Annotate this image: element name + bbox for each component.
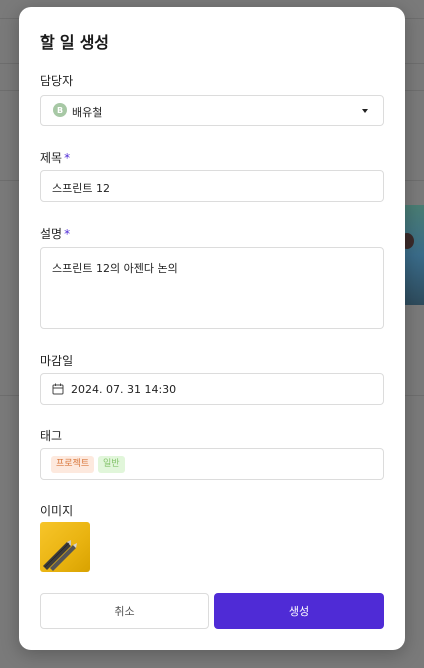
create-task-modal: 할 일 생성 담당자 B 배유철 제목 * 스프린트 12 설명 * 스프린트 12… xyxy=(19,7,405,650)
title-label: 제목 * xyxy=(40,151,71,165)
description-label: 설명 * xyxy=(40,227,71,241)
image-label: 이미지 xyxy=(40,504,74,518)
tags-input[interactable]: 프로젝트 일반 xyxy=(40,448,384,480)
modal-title: 할 일 생성 xyxy=(40,33,109,52)
title-input-value: 스프린트 12 xyxy=(52,182,110,195)
title-input[interactable]: 스프린트 12 xyxy=(40,170,384,202)
due-date-value: 2024. 07. 31 14:30 xyxy=(71,383,177,396)
description-textarea[interactable]: 스프린트 12의 아젠다 논의 xyxy=(40,247,384,329)
description-value: 스프린트 12의 아젠다 논의 xyxy=(52,262,178,275)
assignee-label: 담당자 xyxy=(40,74,74,88)
pencils-icon xyxy=(43,540,77,571)
assignee-select[interactable]: B 배유철 xyxy=(40,95,384,126)
assignee-value: 배유철 xyxy=(72,106,103,119)
cancel-button[interactable]: 취소 xyxy=(40,593,209,629)
create-button[interactable]: 생성 xyxy=(214,593,384,629)
required-mark: * xyxy=(64,151,71,165)
tags-label: 태그 xyxy=(40,429,63,443)
tag-project[interactable]: 프로젝트 xyxy=(51,456,95,473)
calendar-icon xyxy=(52,383,64,395)
tag-general[interactable]: 일반 xyxy=(98,456,125,473)
avatar: B xyxy=(53,103,67,117)
required-mark: * xyxy=(64,227,71,241)
due-date-input[interactable]: 2024. 07. 31 14:30 xyxy=(40,373,384,405)
caret-down-icon xyxy=(362,109,368,113)
image-thumbnail[interactable] xyxy=(40,522,90,572)
due-date-label: 마감일 xyxy=(40,354,74,368)
